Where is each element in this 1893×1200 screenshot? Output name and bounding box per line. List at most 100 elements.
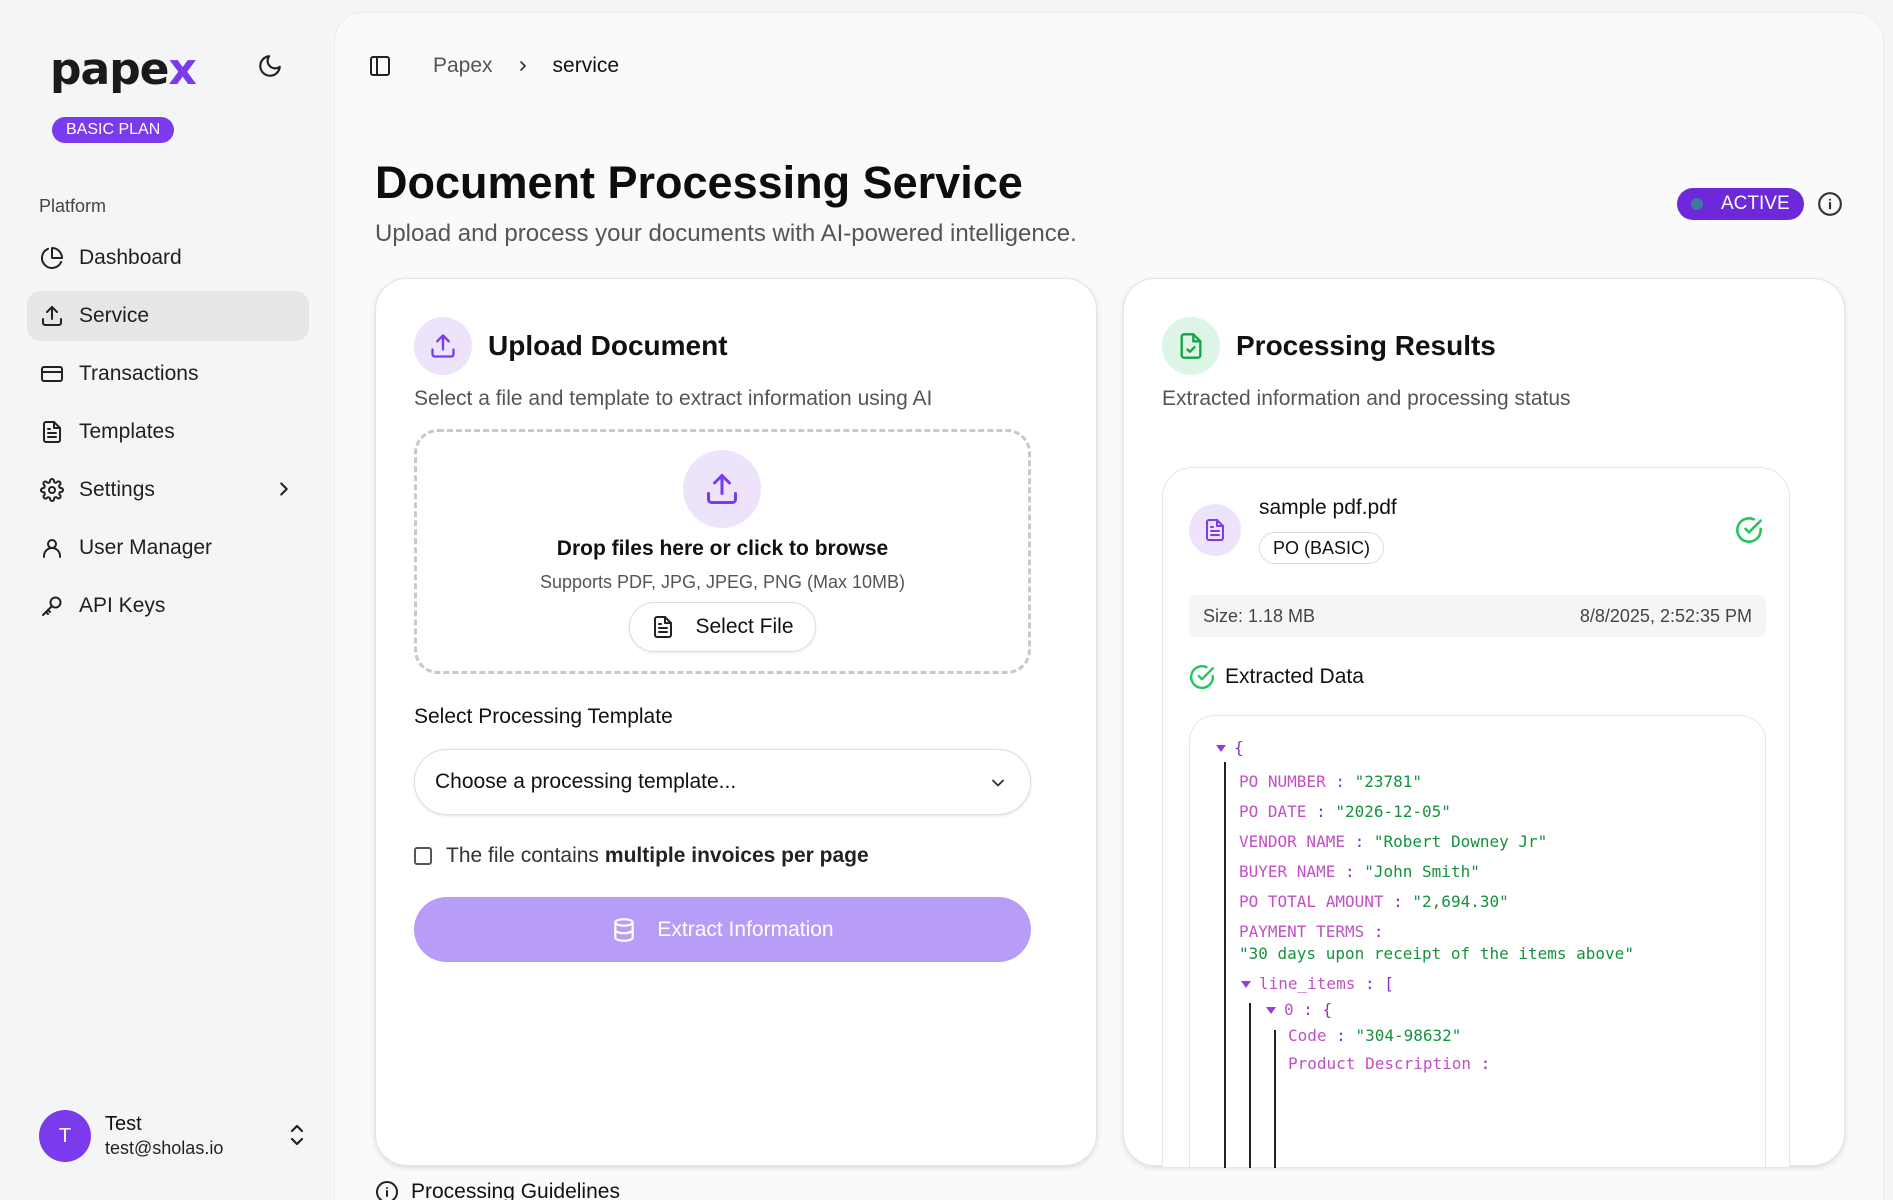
sidebar-item-transactions[interactable]: Transactions (27, 349, 309, 399)
sidebar-item-dashboard[interactable]: Dashboard (27, 233, 309, 283)
theme-toggle-button[interactable] (254, 50, 286, 82)
json-bracket: [ (1384, 974, 1394, 993)
json-row: PO NUMBER : "23781" (1239, 772, 1422, 791)
sidebar-item-templates[interactable]: Templates (27, 407, 309, 457)
json-value: "Robert Downey Jr" (1373, 832, 1548, 851)
json-array-line-items[interactable]: line_items : [ (1241, 974, 1394, 993)
json-brace: { (1322, 1000, 1333, 1019)
caret-down-icon (1266, 1007, 1276, 1014)
tree-guide-line (1224, 762, 1226, 1168)
file-timestamp: 8/8/2025, 2:52:35 PM (1579, 605, 1752, 626)
tree-guide-line (1249, 1003, 1251, 1168)
json-colon: : (1383, 892, 1413, 911)
sidebar-item-settings[interactable]: Settings (27, 465, 309, 515)
dropzone-title: Drop files here or click to browse (556, 537, 889, 560)
extract-button-label: Extract Information (657, 917, 834, 941)
check-circle-icon (1189, 664, 1215, 690)
json-colon: : (1364, 922, 1384, 941)
status-label: ACTIVE (1721, 193, 1790, 214)
extract-information-button[interactable]: Extract Information (414, 897, 1031, 962)
json-value: "23781" (1354, 772, 1423, 791)
topbar: Papex service (365, 51, 619, 81)
json-key: PAYMENT TERMS (1239, 922, 1365, 941)
extracted-data-label: Extracted Data (1225, 665, 1364, 688)
key-icon (39, 593, 65, 619)
json-key: 0 (1284, 1000, 1294, 1019)
file-name: sample pdf.pdf (1259, 496, 1397, 519)
multiple-invoices-label: The file contains (446, 844, 599, 867)
page-title: Document Processing Service (375, 157, 1023, 208)
sidebar-item-label: Service (79, 304, 150, 327)
credit-card-icon (39, 361, 65, 387)
chevrons-up-down-icon (285, 1122, 309, 1153)
sidebar-item-service[interactable]: Service (27, 291, 309, 341)
caret-down-icon (1241, 981, 1251, 988)
breadcrumb-root[interactable]: Papex (433, 54, 493, 78)
sidebar-item-api-keys[interactable]: API Keys (27, 581, 309, 631)
json-viewer: { PO NUMBER : "23781" PO DATE : "2026-12… (1189, 715, 1766, 1168)
chevron-down-icon (988, 773, 1008, 799)
upload-card-header: Upload Document (414, 317, 728, 375)
json-colon: : (1355, 974, 1385, 993)
json-row: PO DATE : "2026-12-05" (1239, 802, 1451, 821)
json-value: "2,694.30" (1412, 892, 1509, 911)
file-size: Size: 1.18 MB (1203, 605, 1316, 626)
upload-card-title: Upload Document (488, 330, 728, 361)
user-menu[interactable]: T Test test@sholas.io (39, 1108, 309, 1164)
json-row: PAYMENT TERMS : (1239, 922, 1384, 941)
results-card-title: Processing Results (1236, 330, 1496, 361)
file-meta: Size: 1.18 MB 8/8/2025, 2:52:35 PM (1189, 595, 1766, 637)
avatar: T (39, 1110, 91, 1162)
json-key: PO DATE (1239, 802, 1307, 821)
tree-guide-line (1274, 1030, 1276, 1168)
sidebar-item-label: Transactions (79, 362, 199, 385)
sidebar-item-label: Settings (79, 478, 155, 501)
sidebar-item-label: API Keys (79, 594, 166, 617)
file-text-icon (1189, 504, 1241, 556)
guidelines-label: Processing Guidelines (411, 1180, 620, 1200)
json-colon: : (1326, 1026, 1356, 1045)
info-icon (1818, 192, 1842, 216)
results-card-header: Processing Results (1162, 317, 1496, 375)
json-row: "30 days upon receipt of the items above… (1239, 944, 1634, 963)
json-object-0[interactable]: 0 : { (1266, 1000, 1332, 1019)
upload-card-subtitle: Select a file and template to extract in… (414, 387, 933, 410)
plan-badge: BASIC PLAN (52, 117, 175, 143)
user-name: Test (105, 1113, 142, 1135)
template-select[interactable]: Choose a processing template... (414, 749, 1031, 815)
json-key: PO NUMBER (1239, 772, 1326, 791)
select-file-label: Select File (695, 615, 794, 638)
database-icon (611, 917, 637, 943)
multiple-invoices-option: The file contains multiple invoices per … (414, 844, 869, 868)
template-tag: PO (BASIC) (1259, 532, 1385, 564)
json-key: line_items (1259, 974, 1356, 993)
upload-icon (39, 303, 65, 329)
json-key: BUYER NAME (1239, 862, 1336, 881)
template-label: Select Processing Template (414, 705, 673, 728)
json-root[interactable]: { (1216, 738, 1244, 757)
chevron-right-icon (273, 478, 295, 506)
json-colon: : (1293, 1000, 1323, 1019)
extracted-data-header: Extracted Data (1189, 664, 1364, 690)
file-dropzone[interactable]: Drop files here or click to browse Suppo… (414, 429, 1031, 674)
multiple-invoices-checkbox[interactable] (414, 847, 432, 865)
processed-file-panel: sample pdf.pdf PO (BASIC) Size: 1.18 MB … (1162, 467, 1790, 1168)
select-file-button[interactable]: Select File (629, 602, 816, 652)
json-key: VENDOR NAME (1239, 832, 1345, 851)
json-colon: : (1344, 832, 1374, 851)
sidebar-item-user-manager[interactable]: User Manager (27, 523, 309, 573)
json-key: PO TOTAL AMOUNT (1239, 892, 1384, 911)
json-row: Product Description : (1288, 1054, 1490, 1073)
user-email: test@sholas.io (105, 1138, 224, 1158)
info-button[interactable] (1817, 191, 1843, 217)
status-badge: ACTIVE (1677, 188, 1804, 220)
upload-icon (414, 317, 472, 375)
processing-guidelines[interactable]: Processing Guidelines (375, 1180, 620, 1200)
papex-logo[interactable]: papex (50, 44, 197, 95)
sidebar-toggle-button[interactable] (365, 51, 395, 81)
file-text-icon (39, 419, 65, 445)
json-row: BUYER NAME : "John Smith" (1239, 862, 1480, 881)
dropzone-hint: Supports PDF, JPG, JPEG, PNG (Max 10MB) (539, 572, 906, 592)
json-value: "John Smith" (1364, 862, 1480, 881)
json-key: Product Description (1288, 1054, 1472, 1073)
